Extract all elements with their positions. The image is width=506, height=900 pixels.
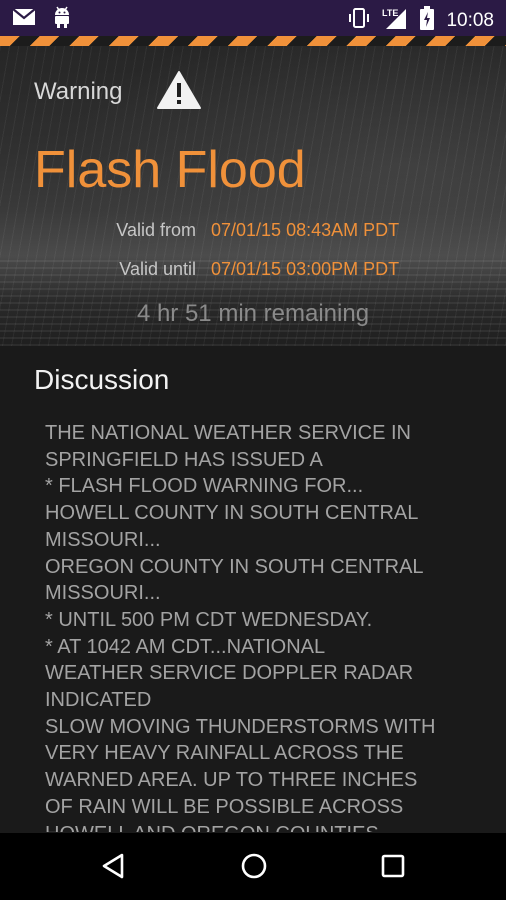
status-bar: LTE 10:08: [0, 0, 506, 36]
discussion-heading: Discussion: [34, 364, 170, 395]
status-right-icons: LTE 10:08: [348, 6, 494, 35]
recents-icon[interactable]: [380, 852, 406, 885]
navigation-bar: [0, 833, 506, 900]
mail-icon: [12, 8, 36, 31]
alert-title: Flash Flood: [34, 141, 306, 199]
hazard-stripe: [0, 36, 506, 46]
network-type-label: LTE: [382, 8, 398, 18]
home-icon[interactable]: [240, 852, 268, 885]
android-icon: [52, 6, 72, 33]
valid-from-label: Valid from: [116, 220, 196, 240]
valid-until-label: Valid until: [119, 259, 196, 279]
battery-charging-icon: [420, 6, 435, 35]
status-time: 10:08: [446, 9, 494, 31]
discussion-text[interactable]: THE NATIONAL WEATHER SERVICE IN SPRINGFI…: [45, 420, 485, 832]
alert-category: Warning: [34, 78, 123, 105]
lte-signal-icon: LTE: [382, 7, 408, 34]
status-left-icons: [12, 6, 72, 33]
vibrate-icon: [348, 7, 370, 34]
warning-triangle-icon: [156, 70, 202, 115]
time-remaining: 4 hr 51 min remaining: [136, 300, 370, 327]
valid-from-value: 07/01/15 08:43AM PDT: [211, 220, 400, 240]
valid-until-value: 07/01/15 03:00PM PDT: [211, 259, 400, 279]
back-icon[interactable]: [100, 852, 126, 885]
